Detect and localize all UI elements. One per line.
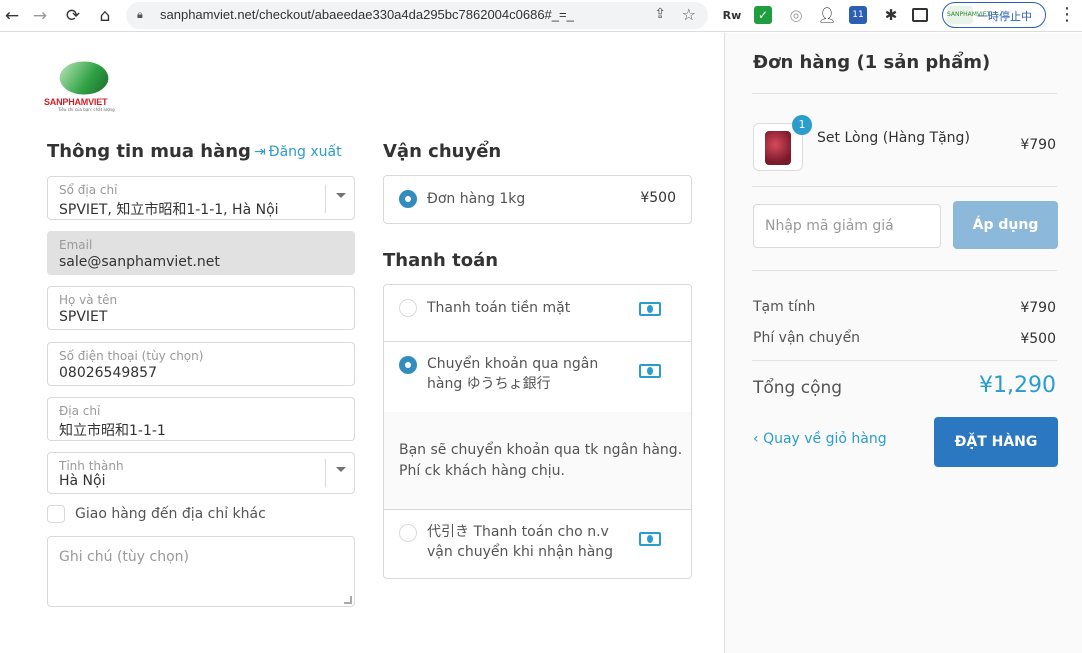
- ship-other-address-label[interactable]: Giao hàng đến địa chỉ khác: [75, 506, 266, 522]
- subtotal-value: ¥790: [1020, 300, 1056, 316]
- sidepanel-icon[interactable]: [912, 8, 928, 22]
- address-label: Địa chỉ: [59, 404, 101, 418]
- phone-value: 08026549857: [59, 365, 157, 381]
- lock-icon: 🔒︎: [137, 8, 143, 21]
- coupon-input[interactable]: Nhập mã giảm giá: [753, 204, 941, 248]
- email-field: Email sale@sanphamviet.net: [47, 231, 355, 275]
- quantity-badge: 1: [792, 115, 812, 135]
- resize-grip-icon[interactable]: [344, 596, 352, 604]
- profile-extension-icon[interactable]: 👤︎: [817, 5, 837, 25]
- full-name-value: SPVIET: [59, 309, 108, 325]
- note-textarea[interactable]: Ghi chú (tùy chọn): [47, 536, 355, 607]
- shipping-option-label: Đơn hàng 1kg: [427, 191, 526, 207]
- place-order-button[interactable]: ĐẶT HÀNG: [934, 417, 1058, 467]
- bookmark-star-icon[interactable]: ☆: [682, 5, 696, 24]
- logo-leaf-icon: [56, 56, 112, 100]
- payment-methods: Thanh toán tiền mặt Chuyển khoản qua ngâ…: [383, 284, 692, 579]
- apply-coupon-button[interactable]: Áp dụng: [953, 201, 1058, 249]
- logo-tagline: Tiêu chí của bạn: chất lượng: [58, 107, 115, 112]
- shipping-fee-value: ¥500: [1020, 331, 1056, 347]
- divider: [752, 270, 1057, 271]
- payment-radio-cash[interactable]: [399, 299, 417, 317]
- shipping-title: Vận chuyển: [383, 141, 502, 162]
- logout-label: Đăng xuất: [268, 144, 342, 160]
- forward-arrow-icon[interactable]: →: [28, 4, 52, 28]
- chevron-down-icon[interactable]: [325, 459, 354, 487]
- shipping-option-price: ¥500: [640, 190, 676, 206]
- payment-method-cash[interactable]: Thanh toán tiền mặt: [384, 285, 691, 342]
- address-book-value: SPVIET, 知立市昭和1-1-1, Hà Nội: [59, 202, 279, 218]
- province-value: Hà Nội: [59, 473, 106, 489]
- note-placeholder: Ghi chú (tùy chọn): [59, 549, 189, 565]
- payment-method-label: 代引き Thanh toán cho n.v vận chuyển khi nh…: [427, 524, 614, 560]
- address-value: 知立市昭和1-1-1: [59, 423, 166, 439]
- home-icon[interactable]: ⌂: [93, 4, 117, 28]
- payment-radio-cod[interactable]: [399, 524, 417, 542]
- order-summary: Đơn hàng (1 sản phẩm) 1 Set Lòng (Hàng T…: [724, 33, 1082, 653]
- chevron-down-icon[interactable]: [325, 185, 354, 213]
- back-arrow-icon[interactable]: ←: [0, 4, 24, 28]
- province-label: Tỉnh thành: [59, 459, 124, 473]
- customer-info-title: Thông tin mua hàng: [47, 141, 251, 162]
- province-select[interactable]: Tỉnh thành Hà Nội: [47, 452, 355, 494]
- profile-avatar: SANPHAMVIET: [947, 6, 990, 24]
- order-summary-title: Đơn hàng (1 sản phẩm): [753, 52, 991, 73]
- shipping-radio[interactable]: [399, 190, 417, 208]
- payment-title: Thanh toán: [383, 250, 499, 271]
- product-image: [765, 131, 791, 165]
- circle-extension-icon[interactable]: ◎: [786, 5, 806, 25]
- email-label: Email: [59, 238, 93, 252]
- pause-label: 一時停止中: [977, 10, 1032, 23]
- payment-method-cod[interactable]: 代引き Thanh toán cho n.v vận chuyển khi nh…: [384, 510, 691, 578]
- puzzle-extensions-icon[interactable]: ✱: [881, 5, 901, 25]
- store-logo[interactable]: SANPHAMVIET Tiêu chí của bạn: chất lượng: [44, 56, 116, 117]
- shipping-option[interactable]: Đơn hàng 1kg ¥500: [383, 175, 692, 224]
- cash-icon: [639, 302, 661, 316]
- total-value: ¥1,290: [979, 373, 1056, 398]
- email-value: sale@sanphamviet.net: [59, 254, 220, 270]
- ship-other-address-checkbox[interactable]: [47, 505, 65, 523]
- payment-method-bank[interactable]: Chuyển khoản qua ngân hàng ゆうちょ銀行: [384, 342, 691, 412]
- full-name-label: Họ và tên: [59, 293, 118, 307]
- reload-icon[interactable]: ⟳: [61, 4, 85, 28]
- product-name: Set Lòng (Hàng Tặng): [817, 130, 970, 146]
- payment-radio-bank[interactable]: [399, 356, 417, 374]
- url-text: sanphamviet.net/checkout/abaeedae330a4da…: [160, 7, 574, 22]
- cash-icon: [639, 532, 661, 546]
- address-book-select[interactable]: Sổ địa chỉ SPVIET, 知立市昭和1-1-1, Hà Nội: [47, 176, 355, 220]
- address-bar[interactable]: 🔒︎ sanphamviet.net/checkout/abaeedae330a…: [126, 2, 708, 29]
- menu-kebab-icon[interactable]: ⋮: [1058, 4, 1076, 25]
- divider: [752, 93, 1057, 94]
- payment-method-label: Thanh toán tiền mặt: [427, 300, 571, 316]
- logout-icon: ⇥: [254, 144, 266, 160]
- logout-link[interactable]: ⇥ Đăng xuất: [254, 144, 342, 160]
- address-field[interactable]: Địa chỉ 知立市昭和1-1-1: [47, 397, 355, 441]
- chevron-left-icon: ‹: [753, 431, 764, 447]
- bank-transfer-note: Bạn sẽ chuyển khoản qua tk ngân hàng. Ph…: [384, 412, 691, 510]
- product-price: ¥790: [1020, 137, 1056, 153]
- divider: [752, 360, 1057, 361]
- address-book-label: Sổ địa chỉ: [59, 183, 118, 197]
- back-to-cart-link[interactable]: ‹ Quay về giỏ hàng: [753, 431, 887, 447]
- subtotal-label: Tạm tính: [753, 299, 816, 315]
- back-to-cart-label: Quay về giỏ hàng: [763, 431, 887, 447]
- calendar-extension-icon[interactable]: 11: [849, 6, 867, 24]
- phone-label: Số điện thoại (tùy chọn): [59, 349, 204, 363]
- divider: [752, 186, 1057, 187]
- payment-method-label: Chuyển khoản qua ngân hàng ゆうちょ銀行: [427, 356, 599, 392]
- phone-field[interactable]: Số điện thoại (tùy chọn) 08026549857: [47, 342, 355, 386]
- checkmark-extension-icon[interactable]: ✓: [754, 6, 772, 24]
- rw-extension-icon[interactable]: Rw: [722, 5, 742, 25]
- checkout-main: SANPHAMVIET Tiêu chí của bạn: chất lượng…: [0, 33, 724, 653]
- full-name-field[interactable]: Họ và tên SPVIET: [47, 286, 355, 330]
- cash-icon: [639, 364, 661, 378]
- shipping-fee-label: Phí vận chuyển: [753, 330, 861, 346]
- coupon-placeholder: Nhập mã giảm giá: [765, 218, 894, 234]
- profile-pause-button[interactable]: SANPHAMVIET 一時停止中: [942, 2, 1046, 28]
- browser-toolbar: ← → ⟳ ⌂ 🔒︎ sanphamviet.net/checkout/abae…: [0, 0, 1082, 32]
- share-icon[interactable]: ⇪: [654, 6, 666, 22]
- logo-brand-text: SANPHAMVIET: [44, 97, 108, 107]
- bank-note-text: Bạn sẽ chuyển khoản qua tk ngân hàng. Ph…: [399, 442, 683, 479]
- total-label: Tổng cộng: [753, 378, 843, 398]
